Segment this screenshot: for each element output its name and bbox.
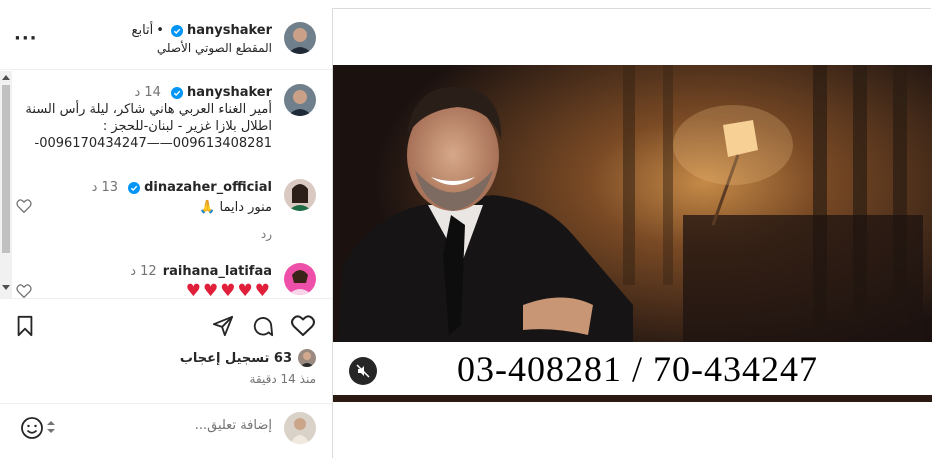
comment-text: ♥♥♥♥♥: [185, 281, 272, 299]
comment-time[interactable]: 13 د: [92, 179, 118, 196]
header-avatar[interactable]: [284, 22, 316, 54]
post-video[interactable]: 03-408281 / 70-434247: [333, 65, 932, 402]
verified-badge-icon: [170, 86, 183, 99]
save-bookmark-icon[interactable]: [14, 315, 36, 337]
profile-photo-icon: [284, 179, 316, 211]
profile-photo-icon: [284, 22, 316, 54]
original-audio-link[interactable]: المقطع الصوتي الأصلي: [157, 41, 272, 55]
phone-banner: 03-408281 / 70-434247: [333, 342, 932, 395]
media-panel: 03-408281 / 70-434247: [332, 8, 932, 458]
comment-text: منور دايما 🙏: [199, 200, 272, 215]
like-comment-heart-icon[interactable]: [16, 199, 32, 213]
phone-numbers-text: 03-408281 / 70-434247: [457, 348, 818, 389]
liker-avatar: [298, 349, 316, 367]
current-user-avatar: [284, 412, 316, 444]
separator-dot: •: [156, 23, 164, 38]
profile-photo-icon: [284, 412, 316, 444]
scroll-down-arrow-icon[interactable]: [2, 285, 10, 290]
comments-list[interactable]: hanyshaker 14 د أمير الغناء العربي هاني …: [0, 71, 332, 298]
speaker-muted-icon: [356, 364, 370, 378]
post-timestamp[interactable]: منذ 14 دقيقة: [250, 372, 316, 386]
profile-photo-icon: [298, 349, 316, 367]
mute-button[interactable]: [349, 357, 377, 385]
add-comment-bar: [0, 403, 332, 451]
comment-avatar[interactable]: [284, 263, 316, 295]
profile-photo-icon: [284, 84, 316, 116]
post-header: ··· hanyshaker • أتابع المقطع الصوتي الأ…: [0, 8, 332, 70]
reply-button[interactable]: رد: [16, 226, 272, 243]
caption-username[interactable]: hanyshaker: [187, 84, 272, 101]
verified-badge-icon: [128, 181, 141, 194]
comments-scrollbar[interactable]: [0, 71, 12, 298]
comment-icon[interactable]: [252, 315, 274, 337]
caption-time[interactable]: 14 د: [134, 84, 160, 101]
header-name-row: hanyshaker • أتابع: [132, 23, 272, 38]
post-details-panel: ··· hanyshaker • أتابع المقطع الصوتي الأ…: [0, 8, 332, 458]
caption-text: أمير الغناء العربي هاني شاكر، ليلة رأس ا…: [25, 102, 272, 151]
profile-photo-icon: [284, 263, 316, 295]
comment-avatar[interactable]: [284, 179, 316, 211]
like-heart-icon[interactable]: [291, 315, 315, 337]
like-comment-heart-icon[interactable]: [16, 284, 32, 298]
comment-username[interactable]: raihana_latifaa: [163, 263, 272, 280]
emoji-icon[interactable]: [20, 416, 44, 440]
verified-badge-icon: [170, 24, 183, 37]
comment-input[interactable]: [102, 418, 272, 433]
comment-time[interactable]: 12 د: [130, 263, 156, 280]
comment-username[interactable]: dinazaher_official: [144, 179, 272, 196]
comment-item: raihana_latifaa 12 د ♥♥♥♥♥: [16, 263, 316, 298]
follow-button[interactable]: أتابع: [132, 23, 154, 38]
header-username[interactable]: hanyshaker: [187, 23, 272, 38]
post-actions: 63 تسجيل إعجاب منذ 14 دقيقة: [0, 298, 332, 458]
likes-row[interactable]: 63 تسجيل إعجاب: [180, 349, 316, 367]
comment-item: dinazaher_official 13 د منور دايما 🙏 رد: [16, 179, 316, 243]
caption-avatar[interactable]: [284, 84, 316, 116]
spinner-arrows-icon[interactable]: [46, 420, 56, 434]
caption-block: hanyshaker 14 د أمير الغناء العربي هاني …: [16, 84, 316, 152]
likes-count[interactable]: 63 تسجيل إعجاب: [180, 351, 292, 366]
share-icon[interactable]: [212, 315, 234, 337]
more-options-button[interactable]: ···: [14, 28, 38, 49]
post-dialog: 03-408281 / 70-434247 ··· hanyshaker • أ…: [0, 0, 933, 458]
scroll-up-arrow-icon[interactable]: [2, 75, 10, 80]
scroll-thumb[interactable]: [2, 85, 10, 253]
